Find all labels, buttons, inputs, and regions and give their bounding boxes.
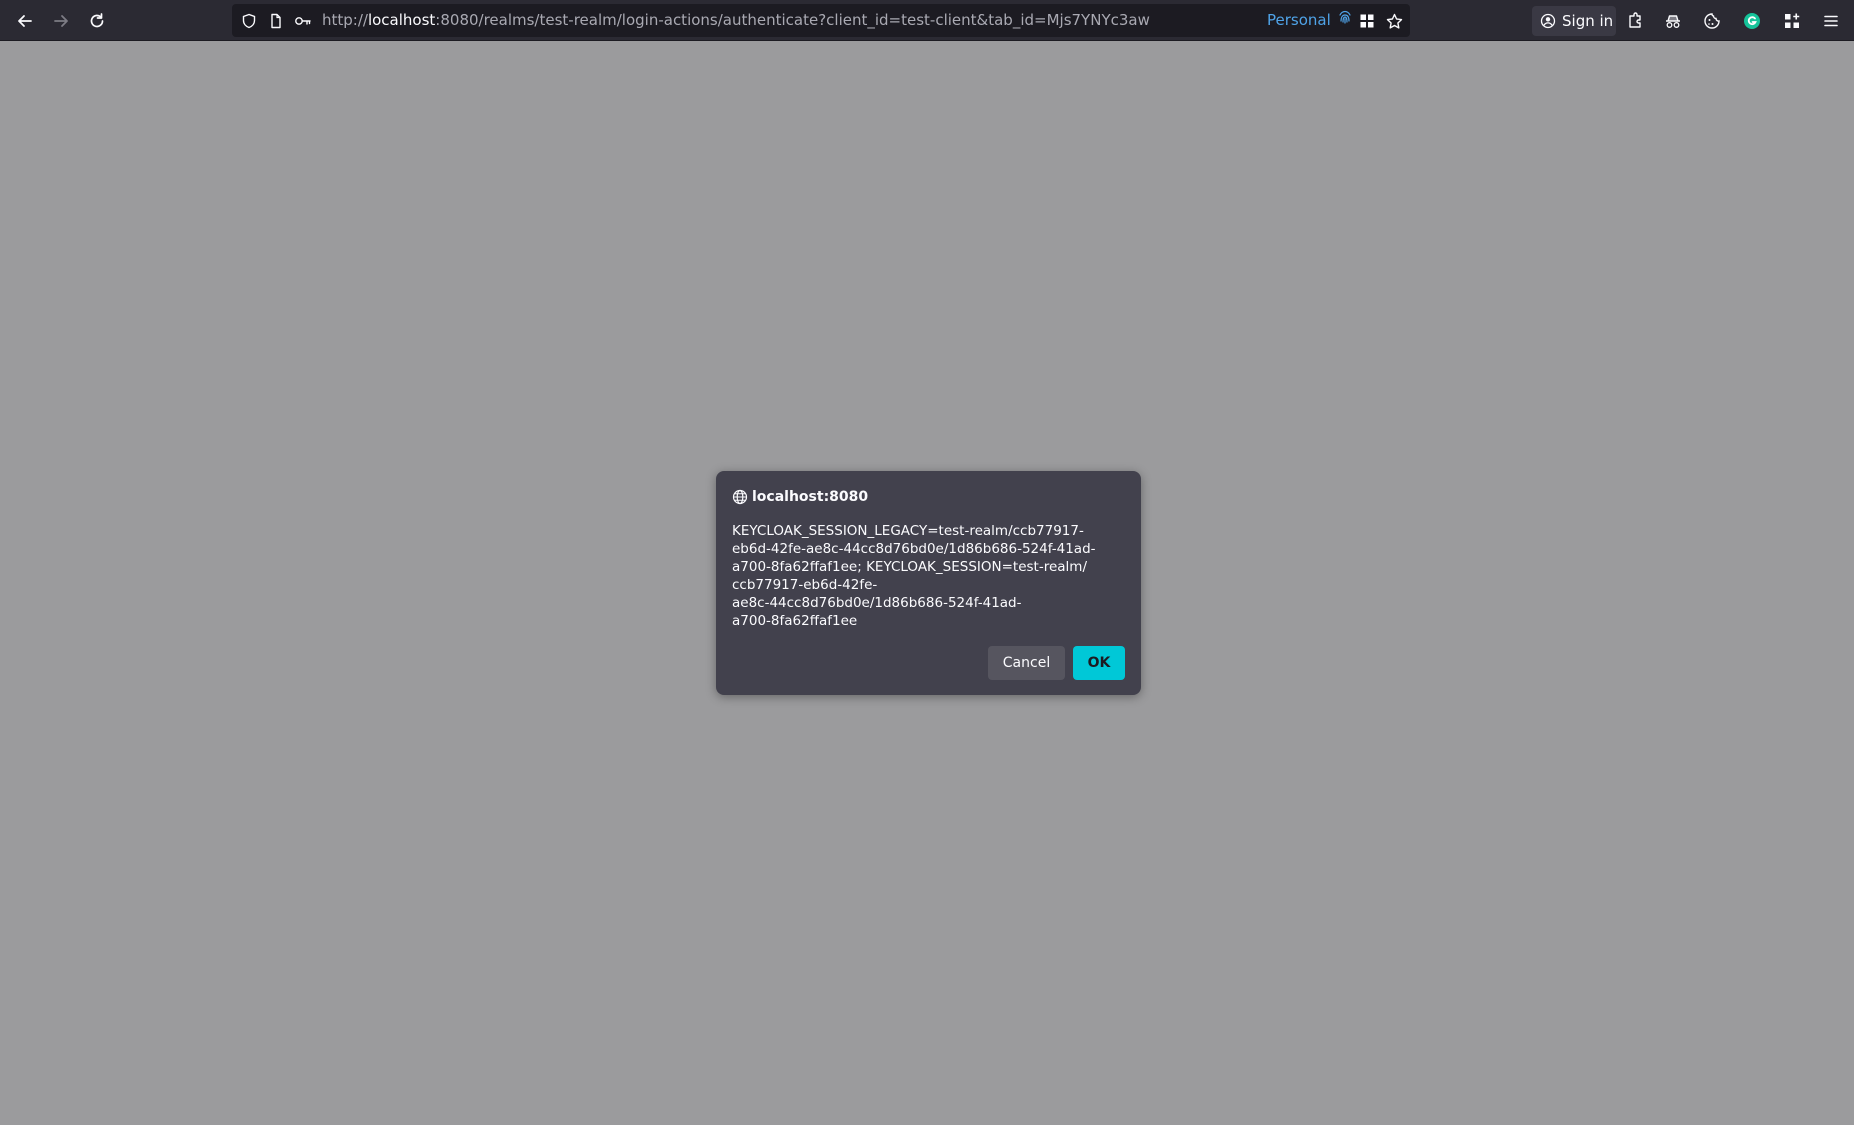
apps-icon [1783, 12, 1801, 30]
url-scheme: http:// [322, 11, 368, 29]
reload-button[interactable] [82, 6, 112, 36]
browser-toolbar: http://localhost:8080/realms/test-realm/… [0, 0, 1854, 41]
grid-icon[interactable] [1358, 12, 1376, 30]
extension-button[interactable] [1620, 6, 1650, 36]
back-button[interactable] [10, 6, 40, 36]
ok-button[interactable]: OK [1073, 646, 1125, 680]
forward-button[interactable] [46, 6, 76, 36]
reload-icon [88, 12, 106, 30]
cancel-button[interactable]: Cancel [988, 646, 1065, 680]
cookie-icon [1703, 12, 1721, 30]
extension-icon [1626, 12, 1644, 30]
incognito-icon [1663, 12, 1683, 30]
globe-icon [732, 489, 748, 505]
url-host: localhost [367, 11, 436, 29]
container-label: Personal [1267, 11, 1331, 29]
fingerprint-icon [1338, 4, 1352, 37]
account-icon [1540, 13, 1556, 29]
container-badge[interactable]: Personal [1267, 4, 1352, 37]
shield-icon[interactable] [240, 12, 258, 30]
forward-arrow-icon [52, 12, 70, 30]
dialog-origin: localhost:8080 [752, 489, 869, 505]
url-text[interactable]: http://localhost:8080/realms/test-realm/… [322, 4, 1150, 37]
dialog-header: localhost:8080 [732, 487, 868, 507]
dialog-message: KEYCLOAK_SESSION_LEGACY=test-realm/ccb77… [732, 523, 1096, 629]
url-path: :8080/realms/test-realm/login-actions/au… [435, 11, 1150, 29]
apps-button[interactable] [1777, 6, 1807, 36]
cookie-button[interactable] [1697, 6, 1727, 36]
page-icon[interactable] [267, 12, 285, 30]
back-arrow-icon [16, 12, 34, 30]
url-bar[interactable]: http://localhost:8080/realms/test-realm/… [232, 4, 1410, 37]
star-icon[interactable] [1385, 12, 1403, 30]
prompt-dialog: localhost:8080 KEYCLOAK_SESSION_LEGACY=t… [716, 471, 1141, 695]
key-icon[interactable] [294, 12, 312, 30]
menu-icon [1823, 13, 1839, 29]
sign-in-button[interactable]: Sign in [1532, 6, 1616, 36]
sign-in-label: Sign in [1562, 12, 1614, 30]
incognito-button[interactable] [1658, 6, 1688, 36]
menu-button[interactable] [1816, 6, 1846, 36]
grammarly-icon [1743, 12, 1761, 30]
grammarly-button[interactable] [1737, 6, 1767, 36]
